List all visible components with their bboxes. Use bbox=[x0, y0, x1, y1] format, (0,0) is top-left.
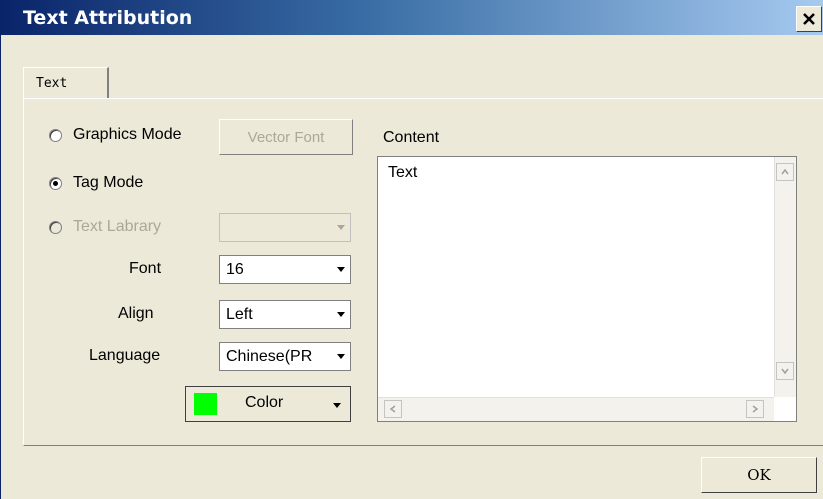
title-bar[interactable]: Text Attribution bbox=[1, 0, 823, 35]
radio-circle-checked bbox=[49, 176, 62, 190]
scroll-right-button[interactable] bbox=[746, 400, 764, 418]
window-title: Text Attribution bbox=[23, 7, 193, 29]
align-select[interactable]: Left bbox=[219, 300, 351, 329]
chevron-down-icon bbox=[781, 368, 789, 375]
radio-circle bbox=[49, 220, 62, 234]
scroll-up-button[interactable] bbox=[776, 163, 794, 181]
language-select[interactable]: Chinese(PR bbox=[219, 342, 351, 371]
text-library-label: Text Labrary bbox=[73, 218, 162, 235]
tag-mode-label: Tag Mode bbox=[73, 174, 144, 191]
chevron-right-icon bbox=[752, 405, 759, 413]
align-label: Align bbox=[118, 305, 154, 322]
font-value: 16 bbox=[226, 261, 244, 278]
vector-font-button[interactable]: Vector Font bbox=[219, 119, 353, 155]
tag-mode-radio[interactable]: Tag Mode bbox=[49, 174, 143, 192]
chevron-left-icon bbox=[389, 405, 396, 413]
chevron-up-icon bbox=[781, 168, 789, 175]
tab-text[interactable]: Text bbox=[23, 67, 109, 99]
text-library-select[interactable] bbox=[219, 213, 351, 242]
chevron-down-icon bbox=[337, 312, 345, 317]
font-select[interactable]: 16 bbox=[219, 255, 351, 284]
ok-button[interactable]: OK bbox=[701, 457, 817, 493]
text-attribution-dialog: Text Attribution Text Graphics Mode Vect… bbox=[0, 0, 823, 499]
chevron-down-icon bbox=[337, 225, 345, 230]
language-value: Chinese(PR bbox=[226, 348, 313, 365]
chevron-down-icon bbox=[337, 354, 345, 359]
vertical-scrollbar[interactable] bbox=[774, 157, 796, 397]
color-label: Color bbox=[245, 394, 284, 411]
graphics-mode-label: Graphics Mode bbox=[73, 126, 182, 143]
horizontal-scrollbar[interactable] bbox=[378, 397, 774, 421]
color-button[interactable]: Color bbox=[185, 386, 351, 422]
tab-text-label: Text bbox=[36, 76, 68, 91]
content-text: Text bbox=[388, 164, 418, 181]
close-icon bbox=[803, 13, 815, 25]
chevron-down-icon bbox=[333, 403, 341, 408]
chevron-down-icon bbox=[337, 267, 345, 272]
content-textarea[interactable]: Text bbox=[377, 156, 797, 422]
radio-circle bbox=[49, 128, 62, 142]
scroll-left-button[interactable] bbox=[384, 400, 402, 418]
graphics-mode-radio[interactable]: Graphics Mode bbox=[49, 126, 182, 144]
color-swatch bbox=[194, 393, 217, 415]
text-library-radio[interactable]: Text Labrary bbox=[49, 218, 161, 236]
font-label: Font bbox=[129, 260, 162, 277]
align-value: Left bbox=[226, 306, 253, 323]
close-button[interactable] bbox=[796, 6, 822, 32]
language-label: Language bbox=[89, 347, 161, 364]
content-label: Content bbox=[383, 129, 440, 146]
scroll-down-button[interactable] bbox=[776, 362, 794, 380]
